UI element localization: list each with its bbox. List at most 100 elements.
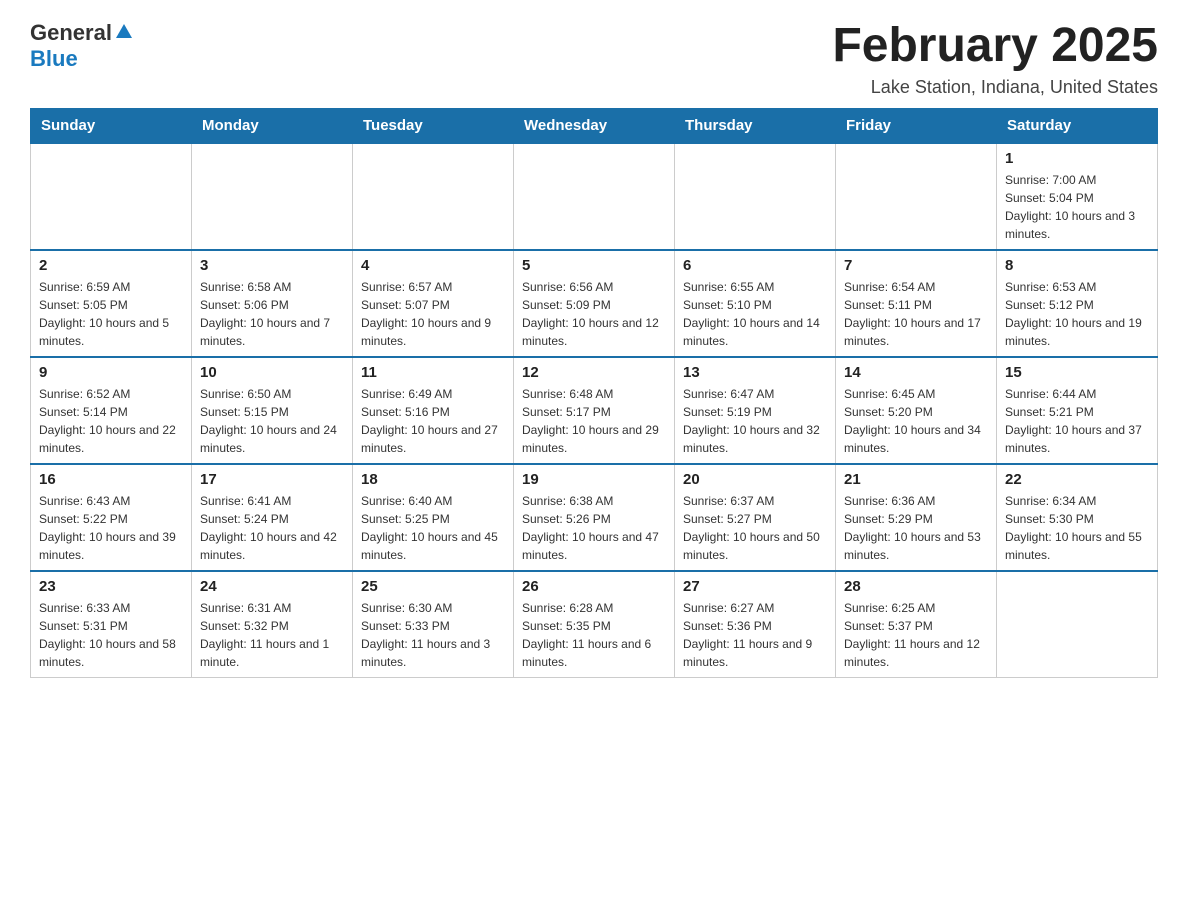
day-info: Sunrise: 6:36 AMSunset: 5:29 PMDaylight:…	[844, 492, 988, 564]
calendar-day-cell: 14Sunrise: 6:45 AMSunset: 5:20 PMDayligh…	[836, 357, 997, 464]
logo-general-text: General	[30, 20, 112, 46]
calendar-day-cell: 25 Sunrise: 6:30 AMSunset: 5:33 PMDayligh…	[353, 571, 514, 678]
day-number: 19	[522, 471, 666, 488]
calendar-day-cell: 22 Sunrise: 6:34 AMSunset: 5:30 PMDayligh…	[997, 464, 1158, 571]
day-info: Sunrise: 6:55 AMSunset: 5:10 PMDaylight:…	[683, 278, 827, 350]
day-number: 13	[683, 364, 827, 381]
day-info: Sunrise: 6:30 AMSunset: 5:33 PMDaylight:…	[361, 599, 505, 671]
day-number: 8	[1005, 257, 1149, 274]
calendar-day-cell: 16 Sunrise: 6:43 AMSunset: 5:22 PMDayligh…	[31, 464, 192, 571]
day-info: Sunrise: 6:31 AMSunset: 5:32 PMDaylight:…	[200, 599, 344, 671]
calendar-day-cell: 18 Sunrise: 6:40 AMSunset: 5:25 PMDayligh…	[353, 464, 514, 571]
day-number: 18	[361, 471, 505, 488]
calendar-day-cell: 24 Sunrise: 6:31 AMSunset: 5:32 PMDayligh…	[192, 571, 353, 678]
day-info: Sunrise: 6:49 AMSunset: 5:16 PMDaylight:…	[361, 385, 505, 457]
title-block: February 2025 Lake Station, Indiana, Uni…	[832, 20, 1158, 98]
day-number: 3	[200, 257, 344, 274]
calendar-day-cell: 7 Sunrise: 6:54 AMSunset: 5:11 PMDaylight…	[836, 250, 997, 357]
month-title: February 2025	[832, 20, 1158, 73]
day-number: 21	[844, 471, 988, 488]
calendar-day-cell: 5Sunrise: 6:56 AMSunset: 5:09 PMDaylight…	[514, 250, 675, 357]
day-info: Sunrise: 6:37 AMSunset: 5:27 PMDaylight:…	[683, 492, 827, 564]
header-saturday: Saturday	[997, 108, 1158, 143]
calendar-day-cell	[675, 143, 836, 250]
calendar-day-cell: 3 Sunrise: 6:58 AMSunset: 5:06 PMDaylight…	[192, 250, 353, 357]
day-info: Sunrise: 6:44 AMSunset: 5:21 PMDaylight:…	[1005, 385, 1149, 457]
calendar-day-cell	[353, 143, 514, 250]
day-info: Sunrise: 6:47 AMSunset: 5:19 PMDaylight:…	[683, 385, 827, 457]
day-info: Sunrise: 6:50 AMSunset: 5:15 PMDaylight:…	[200, 385, 344, 457]
calendar-day-cell: 20 Sunrise: 6:37 AMSunset: 5:27 PMDayligh…	[675, 464, 836, 571]
calendar-day-cell: 11 Sunrise: 6:49 AMSunset: 5:16 PMDayligh…	[353, 357, 514, 464]
calendar-day-cell: 12 Sunrise: 6:48 AMSunset: 5:17 PMDayligh…	[514, 357, 675, 464]
day-number: 7	[844, 257, 988, 274]
day-number: 9	[39, 364, 183, 381]
calendar-day-cell: 21 Sunrise: 6:36 AMSunset: 5:29 PMDayligh…	[836, 464, 997, 571]
header-monday: Monday	[192, 108, 353, 143]
day-number: 24	[200, 578, 344, 595]
header-tuesday: Tuesday	[353, 108, 514, 143]
header-friday: Friday	[836, 108, 997, 143]
calendar-day-cell: 6 Sunrise: 6:55 AMSunset: 5:10 PMDaylight…	[675, 250, 836, 357]
day-info: Sunrise: 6:28 AMSunset: 5:35 PMDaylight:…	[522, 599, 666, 671]
day-info: Sunrise: 6:56 AMSunset: 5:09 PMDaylight:…	[522, 278, 666, 350]
calendar-day-cell	[836, 143, 997, 250]
day-info: Sunrise: 6:41 AMSunset: 5:24 PMDaylight:…	[200, 492, 344, 564]
calendar-day-cell: 10 Sunrise: 6:50 AMSunset: 5:15 PMDayligh…	[192, 357, 353, 464]
day-number: 23	[39, 578, 183, 595]
day-number: 28	[844, 578, 988, 595]
header-wednesday: Wednesday	[514, 108, 675, 143]
day-number: 22	[1005, 471, 1149, 488]
day-info: Sunrise: 6:54 AMSunset: 5:11 PMDaylight:…	[844, 278, 988, 350]
day-info: Sunrise: 6:27 AMSunset: 5:36 PMDaylight:…	[683, 599, 827, 671]
calendar-day-cell	[997, 571, 1158, 678]
calendar-day-cell: 4 Sunrise: 6:57 AMSunset: 5:07 PMDaylight…	[353, 250, 514, 357]
day-number: 20	[683, 471, 827, 488]
day-info: Sunrise: 6:48 AMSunset: 5:17 PMDaylight:…	[522, 385, 666, 457]
day-number: 26	[522, 578, 666, 595]
day-info: Sunrise: 6:34 AMSunset: 5:30 PMDaylight:…	[1005, 492, 1149, 564]
calendar-week-row: 1 Sunrise: 7:00 AMSunset: 5:04 PMDaylight…	[31, 143, 1158, 250]
day-info: Sunrise: 6:57 AMSunset: 5:07 PMDaylight:…	[361, 278, 505, 350]
day-info: Sunrise: 6:25 AMSunset: 5:37 PMDaylight:…	[844, 599, 988, 671]
day-info: Sunrise: 6:43 AMSunset: 5:22 PMDaylight:…	[39, 492, 183, 564]
day-number: 27	[683, 578, 827, 595]
header-sunday: Sunday	[31, 108, 192, 143]
day-number: 17	[200, 471, 344, 488]
page-header: General Blue February 2025 Lake Station,…	[30, 20, 1158, 98]
calendar-day-cell: 13 Sunrise: 6:47 AMSunset: 5:19 PMDayligh…	[675, 357, 836, 464]
calendar-day-cell	[514, 143, 675, 250]
logo-triangle-icon	[115, 22, 133, 45]
calendar-day-cell	[192, 143, 353, 250]
logo: General Blue	[30, 20, 133, 72]
day-info: Sunrise: 6:58 AMSunset: 5:06 PMDaylight:…	[200, 278, 344, 350]
calendar-day-cell: 1 Sunrise: 7:00 AMSunset: 5:04 PMDaylight…	[997, 143, 1158, 250]
day-info: Sunrise: 7:00 AMSunset: 5:04 PMDaylight:…	[1005, 171, 1149, 243]
calendar-day-cell: 27 Sunrise: 6:27 AMSunset: 5:36 PMDayligh…	[675, 571, 836, 678]
day-info: Sunrise: 6:53 AMSunset: 5:12 PMDaylight:…	[1005, 278, 1149, 350]
calendar-day-cell: 2Sunrise: 6:59 AMSunset: 5:05 PMDaylight…	[31, 250, 192, 357]
day-number: 12	[522, 364, 666, 381]
day-info: Sunrise: 6:40 AMSunset: 5:25 PMDaylight:…	[361, 492, 505, 564]
day-number: 11	[361, 364, 505, 381]
calendar-week-row: 23 Sunrise: 6:33 AMSunset: 5:31 PMDayligh…	[31, 571, 1158, 678]
day-number: 1	[1005, 150, 1149, 167]
calendar-day-cell: 28 Sunrise: 6:25 AMSunset: 5:37 PMDayligh…	[836, 571, 997, 678]
day-number: 4	[361, 257, 505, 274]
day-info: Sunrise: 6:59 AMSunset: 5:05 PMDaylight:…	[39, 278, 183, 350]
calendar-day-cell: 23 Sunrise: 6:33 AMSunset: 5:31 PMDayligh…	[31, 571, 192, 678]
day-number: 15	[1005, 364, 1149, 381]
day-info: Sunrise: 6:38 AMSunset: 5:26 PMDaylight:…	[522, 492, 666, 564]
day-number: 10	[200, 364, 344, 381]
day-info: Sunrise: 6:45 AMSunset: 5:20 PMDaylight:…	[844, 385, 988, 457]
day-info: Sunrise: 6:52 AMSunset: 5:14 PMDaylight:…	[39, 385, 183, 457]
day-number: 25	[361, 578, 505, 595]
calendar-day-cell: 8 Sunrise: 6:53 AMSunset: 5:12 PMDaylight…	[997, 250, 1158, 357]
calendar-day-cell	[31, 143, 192, 250]
day-number: 16	[39, 471, 183, 488]
day-number: 6	[683, 257, 827, 274]
calendar-week-row: 2Sunrise: 6:59 AMSunset: 5:05 PMDaylight…	[31, 250, 1158, 357]
day-info: Sunrise: 6:33 AMSunset: 5:31 PMDaylight:…	[39, 599, 183, 671]
calendar-day-cell: 19 Sunrise: 6:38 AMSunset: 5:26 PMDayligh…	[514, 464, 675, 571]
location-subtitle: Lake Station, Indiana, United States	[832, 77, 1158, 98]
